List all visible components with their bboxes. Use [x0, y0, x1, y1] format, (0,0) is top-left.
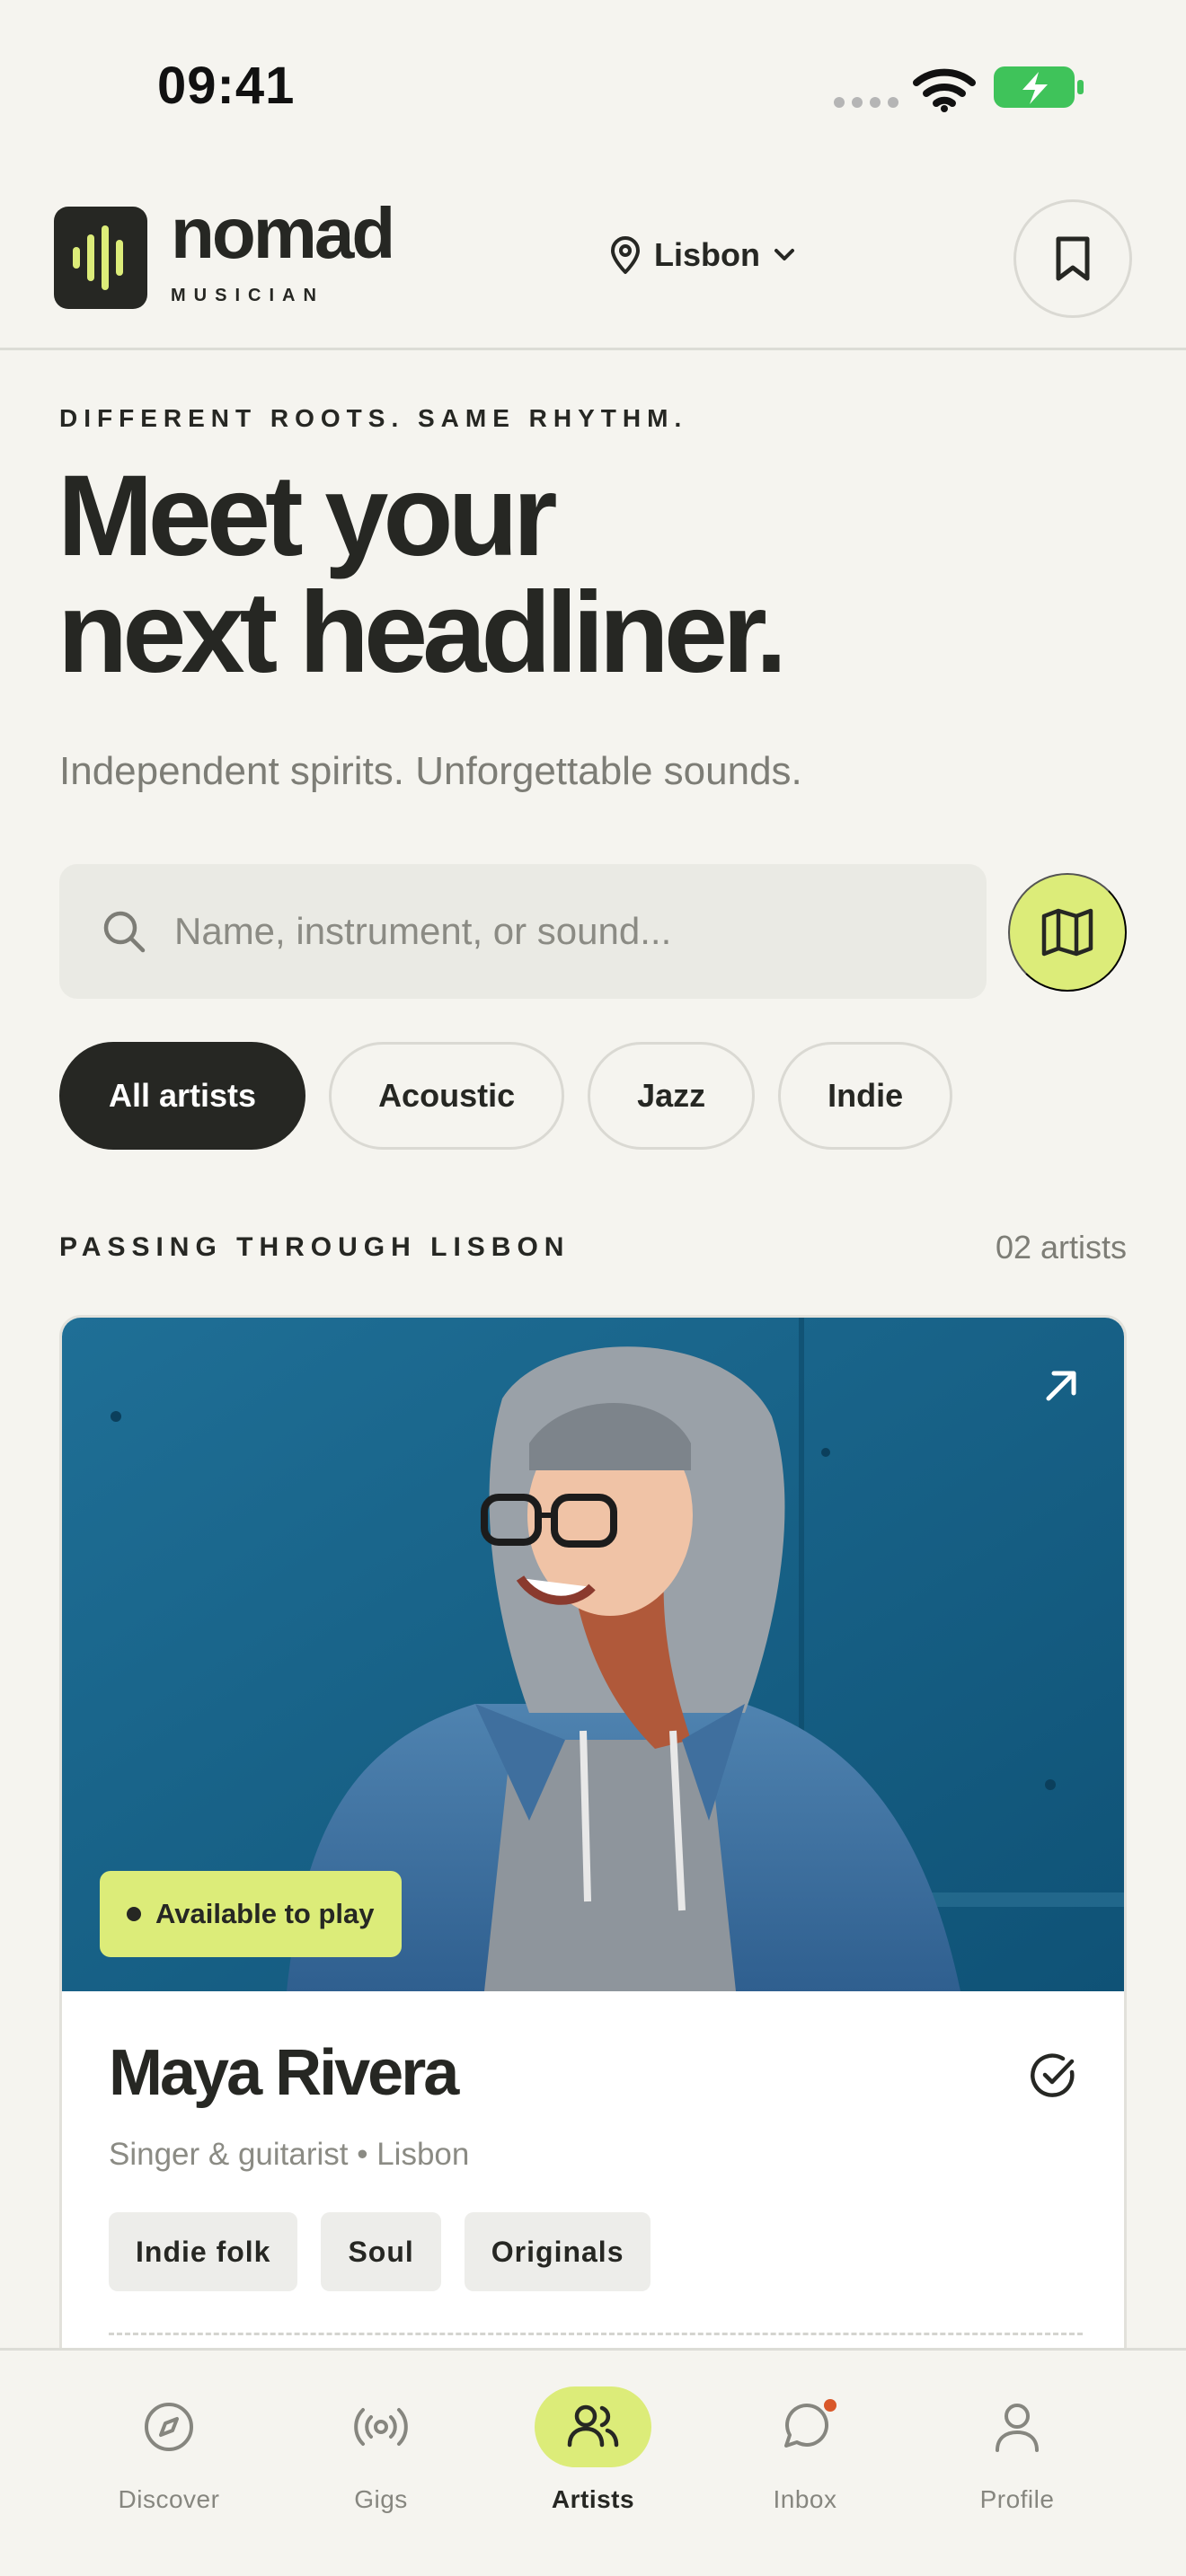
nav-label: Gigs — [354, 2485, 408, 2513]
location-label: Lisbon — [654, 236, 760, 273]
filter-chips: All artists Acoustic Jazz Indie — [59, 1042, 953, 1150]
hero-subtitle: Independent spirits. Unforgettable sound… — [59, 749, 802, 793]
broadcast-icon — [354, 2408, 408, 2446]
nav-label: Inbox — [773, 2485, 837, 2513]
hero-title-line-1: Meet your — [58, 452, 558, 580]
nav-inbox[interactable]: Inbox — [715, 2351, 895, 2576]
genre-tag: Originals — [464, 2212, 651, 2291]
bookmark-icon — [1056, 236, 1090, 281]
section-header: PASSING THROUGH LISBON 02 artists — [59, 1229, 1127, 1266]
nav-discover[interactable]: Discover — [79, 2351, 259, 2576]
artist-card[interactable]: Available to play Maya Rivera Singer & g… — [59, 1315, 1127, 2393]
availability-badge: Available to play — [100, 1871, 402, 1957]
artist-count: 02 artists — [995, 1229, 1127, 1266]
genre-tag: Soul — [321, 2212, 441, 2291]
status-dot-icon — [127, 1907, 141, 1921]
search-icon — [103, 911, 146, 953]
artist-photo: Available to play — [62, 1318, 1124, 1991]
wifi-icon — [913, 68, 976, 112]
nav-label: Profile — [979, 2485, 1055, 2513]
bookmark-button[interactable] — [1013, 199, 1132, 318]
hero-title-line-2: next headliner. — [58, 569, 787, 697]
battery-charging-icon — [994, 66, 1084, 108]
map-pin-icon — [611, 236, 640, 274]
filter-chip-acoustic[interactable]: Acoustic — [329, 1042, 565, 1150]
bottom-nav: Discover Gigs Artists Inbox Profile — [0, 2348, 1186, 2576]
artist-name: Maya Rivera — [109, 2037, 459, 2109]
map-view-button[interactable] — [1008, 873, 1127, 992]
logo-mark-icon — [54, 207, 147, 309]
logo-wordmark: nomad — [171, 193, 395, 273]
artist-meta: Singer & guitarist • Lisbon — [109, 2137, 470, 2172]
open-arrow-icon[interactable] — [1040, 1364, 1083, 1407]
status-bar: 09:41 — [0, 0, 1186, 171]
filter-chip-jazz[interactable]: Jazz — [588, 1042, 756, 1150]
filter-chip-all-artists[interactable]: All artists — [59, 1042, 306, 1150]
nav-label: Discover — [118, 2485, 220, 2513]
hero-title: Meet your next headliner. — [58, 452, 787, 697]
app-header: nomad MUSICIAN Lisbon — [0, 171, 1186, 350]
genre-tags: Indie folk Soul Originals — [109, 2212, 651, 2291]
nav-label: Artists — [551, 2485, 635, 2513]
map-icon — [1041, 908, 1093, 957]
signal-dots-icon — [834, 97, 898, 108]
hero-eyebrow: DIFFERENT ROOTS. SAME RHYTHM. — [59, 404, 688, 432]
user-icon — [996, 2404, 1039, 2452]
search-bar — [59, 864, 987, 999]
compass-icon — [145, 2403, 193, 2451]
verified-check-icon — [1031, 2053, 1075, 2097]
users-icon — [567, 2404, 619, 2448]
filter-chip-indie[interactable]: Indie — [778, 1042, 953, 1150]
search-input[interactable] — [174, 910, 947, 953]
nav-profile[interactable]: Profile — [927, 2351, 1107, 2576]
genre-tag: Indie folk — [109, 2212, 298, 2291]
availability-label: Available to play — [155, 1898, 375, 1929]
nav-gigs[interactable]: Gigs — [291, 2351, 471, 2576]
status-time: 09:41 — [157, 57, 296, 115]
nav-artists[interactable]: Artists — [503, 2351, 683, 2576]
location-selector[interactable]: Lisbon — [607, 235, 798, 275]
section-title: PASSING THROUGH LISBON — [59, 1232, 571, 1262]
chevron-down-icon — [774, 249, 794, 260]
notification-dot-icon — [824, 2399, 836, 2412]
card-divider — [109, 2333, 1083, 2335]
logo-subtitle: MUSICIAN — [171, 286, 324, 305]
